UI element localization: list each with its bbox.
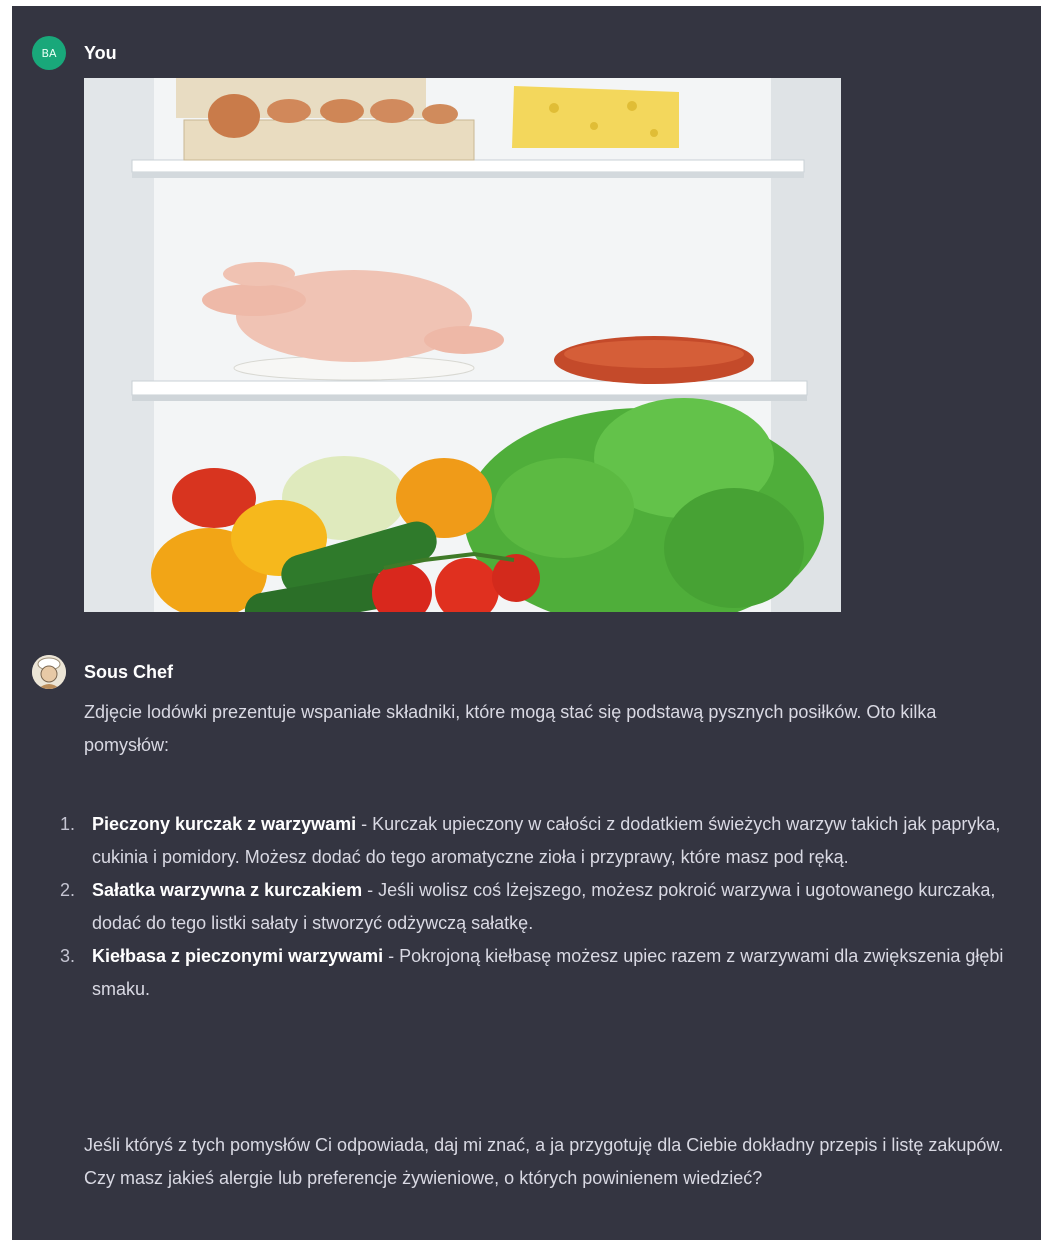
list-item: 3. Kiełbasa z pieczonymi warzywami - Pok… <box>52 940 1012 1006</box>
list-item-number: 1. <box>60 814 76 834</box>
user-avatar: BA <box>32 36 66 70</box>
ideas-list: 1. Pieczony kurczak z warzywami - Kurcza… <box>52 808 1012 1006</box>
idea-title: Kiełbasa z pieczonymi warzywami <box>92 946 384 966</box>
user-message-header: BA You <box>32 36 117 70</box>
user-author-name: You <box>84 42 117 63</box>
list-item-number: 2. <box>60 880 76 900</box>
assistant-author-name: Sous Chef <box>84 661 174 682</box>
list-item: 2. Sałatka warzywna z kurczakiem - Jeśli… <box>52 874 1012 940</box>
fridge-image <box>84 78 841 612</box>
list-item: 1. Pieczony kurczak z warzywami - Kurcza… <box>52 808 1012 874</box>
idea-title: Pieczony kurczak z warzywami <box>92 814 357 834</box>
assistant-message-header: Sous Chef <box>32 655 173 689</box>
fridge-photo[interactable] <box>84 78 841 612</box>
idea-title: Sałatka warzywna z kurczakiem <box>92 880 363 900</box>
list-item-number: 3. <box>60 946 76 966</box>
assistant-intro: Zdjęcie lodówki prezentuje wspaniałe skł… <box>84 702 937 755</box>
assistant-closing: Jeśli któryś z tych pomysłów Ci odpowiad… <box>84 1135 1004 1188</box>
chat-panel: BA You Sous Chef Zdjęcie lodówki prezent… <box>12 6 1041 1240</box>
chef-avatar-icon <box>32 655 66 689</box>
